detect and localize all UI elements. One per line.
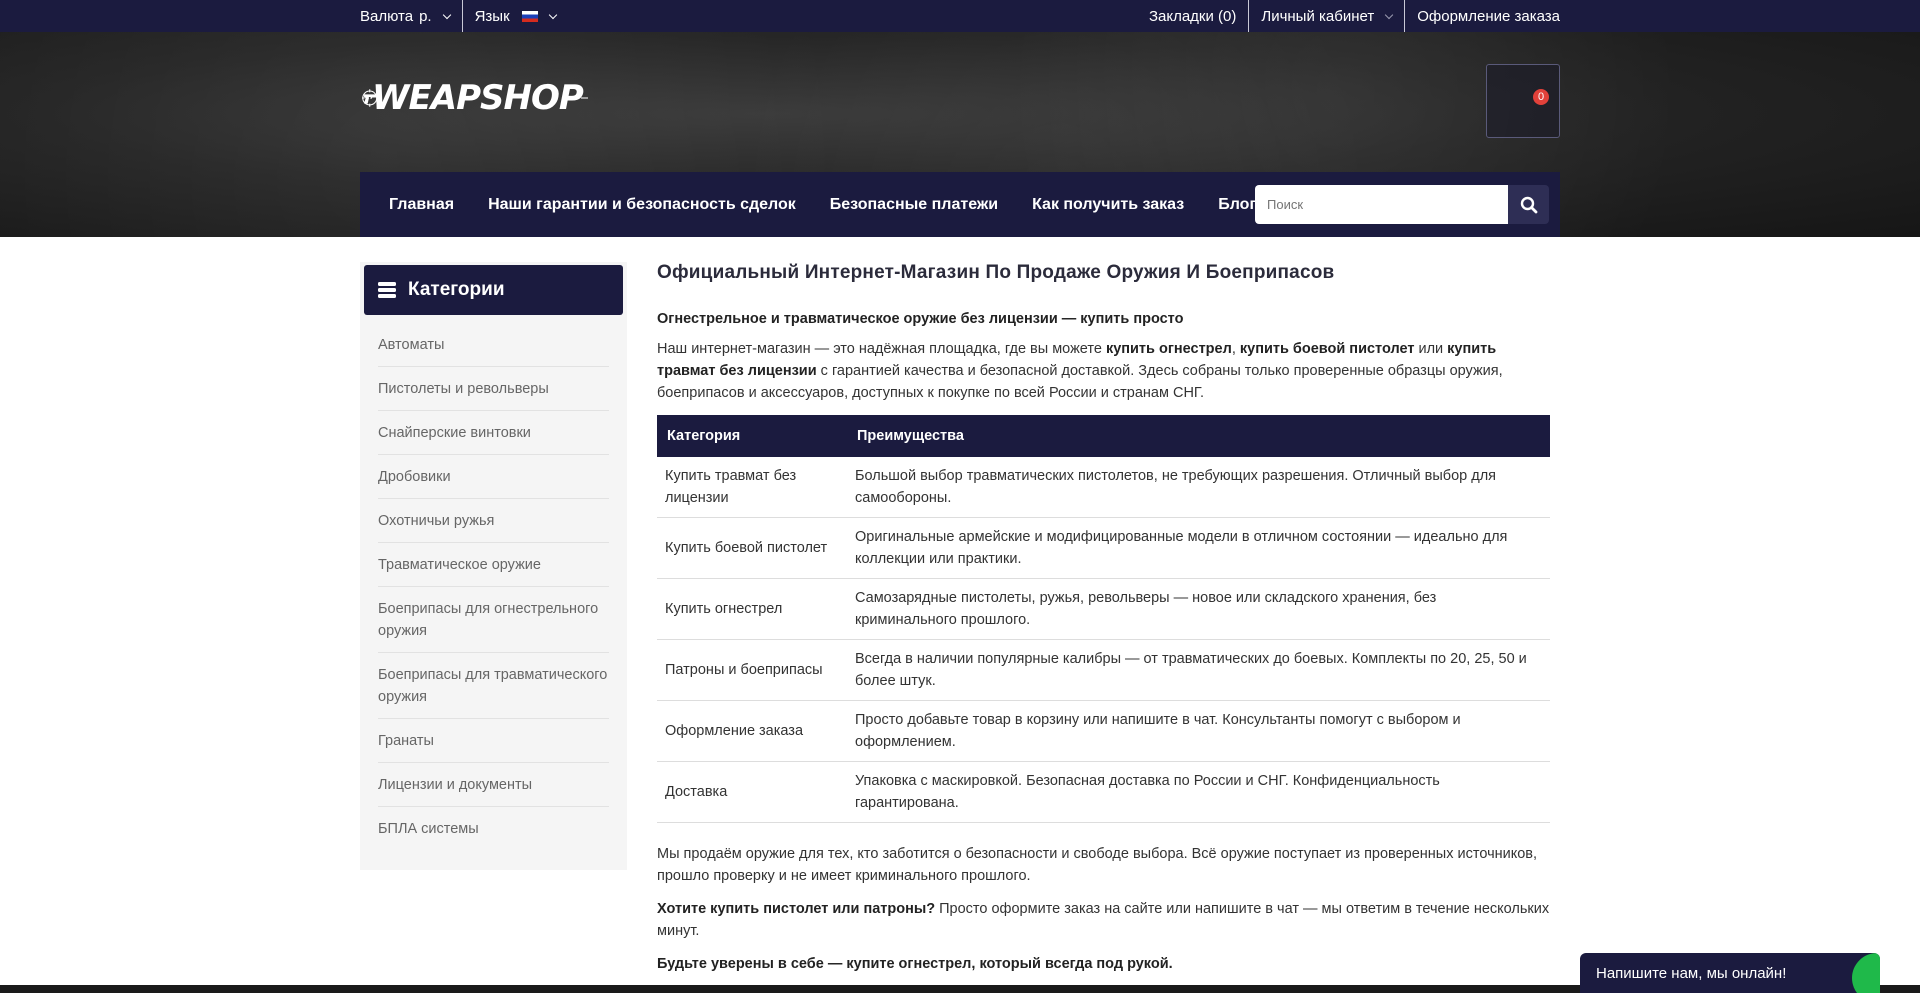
chevron-down-icon bbox=[1384, 10, 1394, 19]
table-cell: Самозарядные пистолеты, ружья, револьвер… bbox=[847, 578, 1550, 640]
table-cell: Доставка bbox=[657, 761, 847, 823]
table-row: Купить огнестрел Самозарядные пистолеты,… bbox=[657, 578, 1550, 640]
site-header: WEAPSHOP 0 Главная Наши гарантии и безоп… bbox=[0, 32, 1920, 237]
table-row: Доставка Упаковка с маскировкой. Безопас… bbox=[657, 761, 1550, 823]
intro-paragraph: Наш интернет-магазин — это надёжная площ… bbox=[657, 338, 1550, 404]
table-cell: Оригинальные армейские и модифицированны… bbox=[847, 517, 1550, 579]
categories-sidebar: Категории Автоматы Пистолеты и револьвер… bbox=[360, 262, 627, 870]
intro-text: , bbox=[1231, 341, 1240, 357]
column-header: Категория bbox=[657, 415, 847, 457]
category-item[interactable]: Снайперские винтовки bbox=[378, 411, 609, 455]
category-item[interactable]: Лицензии и документы bbox=[378, 763, 609, 807]
category-item[interactable]: Автоматы bbox=[378, 323, 609, 367]
language-selector[interactable]: Язык bbox=[463, 0, 568, 32]
paragraph-3-bold: Хотите купить пистолет или патроны? bbox=[657, 901, 936, 917]
main-nav: Главная Наши гарантии и безопасность сде… bbox=[360, 172, 1560, 237]
cart-count-badge: 0 bbox=[1533, 89, 1549, 105]
search-box bbox=[1255, 185, 1549, 224]
table-cell: Просто добавьте товар в корзину или напи… bbox=[847, 700, 1550, 762]
checkout-label: Оформление заказа bbox=[1417, 7, 1560, 25]
categories-header: Категории bbox=[364, 265, 623, 315]
table-cell: Купить травмат без лицензии bbox=[657, 457, 847, 518]
bookmarks-link[interactable]: Закладки (0) bbox=[1137, 0, 1248, 32]
currency-label: Валюта bbox=[360, 7, 414, 25]
category-item[interactable]: Травматическое оружие bbox=[378, 543, 609, 587]
paragraph-4-bold: Будьте уверены в себе — купите огнестрел… bbox=[657, 956, 1173, 972]
paragraph-3: Хотите купить пистолет или патроны? Прос… bbox=[657, 898, 1550, 942]
account-link[interactable]: Личный кабинет bbox=[1249, 0, 1404, 32]
search-button[interactable] bbox=[1508, 185, 1549, 224]
search-icon bbox=[1520, 196, 1537, 213]
currency-value: р. bbox=[419, 7, 432, 25]
paragraph-2: Мы продаём оружие для тех, кто заботится… bbox=[657, 846, 1538, 884]
chevron-down-icon bbox=[548, 10, 557, 19]
logo-text: WEAPSHOP bbox=[372, 78, 584, 118]
account-label: Личный кабинет bbox=[1261, 7, 1375, 25]
category-item[interactable]: Боеприпасы для огнестрельного оружия bbox=[378, 587, 609, 653]
table-row: Купить травмат без лицензии Большой выбо… bbox=[657, 457, 1550, 518]
table-cell: Купить боевой пистолет bbox=[657, 517, 847, 579]
currency-selector[interactable]: Валюта р. bbox=[360, 0, 462, 32]
nav-home[interactable]: Главная bbox=[389, 196, 454, 214]
nav-delivery[interactable]: Как получить заказ bbox=[1032, 196, 1184, 214]
table-cell: Патроны и боеприпасы bbox=[657, 639, 847, 701]
intro-text: или bbox=[1414, 341, 1448, 357]
column-header: Преимущества bbox=[847, 415, 1550, 457]
language-label: Язык bbox=[474, 7, 510, 25]
nav-payments[interactable]: Безопасные платежи bbox=[830, 196, 998, 214]
category-item[interactable]: Гранаты bbox=[378, 719, 609, 763]
cart-button[interactable]: 0 bbox=[1486, 64, 1560, 138]
table-cell: Оформление заказа bbox=[657, 700, 847, 762]
table-row: Купить боевой пистолет Оригинальные арме… bbox=[657, 517, 1550, 579]
intro-bold: купить боевой пистолет bbox=[1239, 341, 1415, 357]
table-cell: Всегда в наличии популярные калибры — от… bbox=[847, 639, 1550, 701]
russia-flag-icon bbox=[521, 10, 538, 22]
category-item[interactable]: Боеприпасы для травматического оружия bbox=[378, 653, 609, 719]
category-item[interactable]: Пистолеты и револьверы bbox=[378, 367, 609, 411]
categories-title: Категории bbox=[408, 279, 505, 300]
category-item[interactable]: БПЛА системы bbox=[378, 807, 609, 850]
table-row: Оформление заказа Просто добавьте товар … bbox=[657, 700, 1550, 762]
intro-text: Наш интернет-магазин — это надёжная площ… bbox=[657, 341, 1106, 357]
category-item[interactable]: Охотничьи ружья bbox=[378, 499, 609, 543]
site-logo[interactable]: WEAPSHOP bbox=[362, 62, 588, 134]
chat-status-icon bbox=[1852, 953, 1880, 993]
intro-bold: купить огнестрел bbox=[1105, 341, 1232, 357]
section-subtitle: Огнестрельное и травматическое оружие бе… bbox=[657, 311, 1184, 327]
content-area: Официальный Интернет-Магазин По Продаже … bbox=[657, 262, 1550, 975]
paragraph-4: Будьте уверены в себе — купите огнестрел… bbox=[657, 953, 1550, 975]
category-list: Автоматы Пистолеты и револьверы Снайперс… bbox=[364, 315, 623, 850]
chat-widget[interactable]: Напишите нам, мы онлайн! bbox=[1580, 953, 1880, 993]
table-cell: Упаковка с маскировкой. Безопасная доста… bbox=[847, 761, 1550, 823]
table-header-row: Категория Преимущества bbox=[657, 415, 1550, 457]
benefits-table: Категория Преимущества Купить травмат бе… bbox=[657, 415, 1550, 823]
chat-label: Напишите нам, мы онлайн! bbox=[1596, 964, 1787, 982]
table-cell: Купить огнестрел bbox=[657, 578, 847, 640]
table-row: Патроны и боеприпасы Всегда в наличии по… bbox=[657, 639, 1550, 701]
chevron-down-icon bbox=[442, 10, 451, 19]
checkout-link[interactable]: Оформление заказа bbox=[1405, 0, 1560, 32]
top-bar: Валюта р. Язык Закладки (0) Личный кабин… bbox=[0, 0, 1920, 32]
logo-barrel bbox=[580, 97, 588, 99]
search-input[interactable] bbox=[1255, 185, 1508, 224]
main-area: Категории Автоматы Пистолеты и револьвер… bbox=[360, 237, 1560, 975]
nav-guarantees[interactable]: Наши гарантии и безопасность сделок bbox=[488, 196, 796, 214]
nav-blog[interactable]: Блог bbox=[1218, 196, 1256, 214]
page-title: Официальный Интернет-Магазин По Продаже … bbox=[657, 262, 1335, 283]
table-cell: Большой выбор травматических пистолетов,… bbox=[847, 457, 1550, 518]
category-item[interactable]: Дробовики bbox=[378, 455, 609, 499]
bookmarks-label: Закладки (0) bbox=[1148, 7, 1237, 25]
stack-icon bbox=[378, 282, 396, 298]
